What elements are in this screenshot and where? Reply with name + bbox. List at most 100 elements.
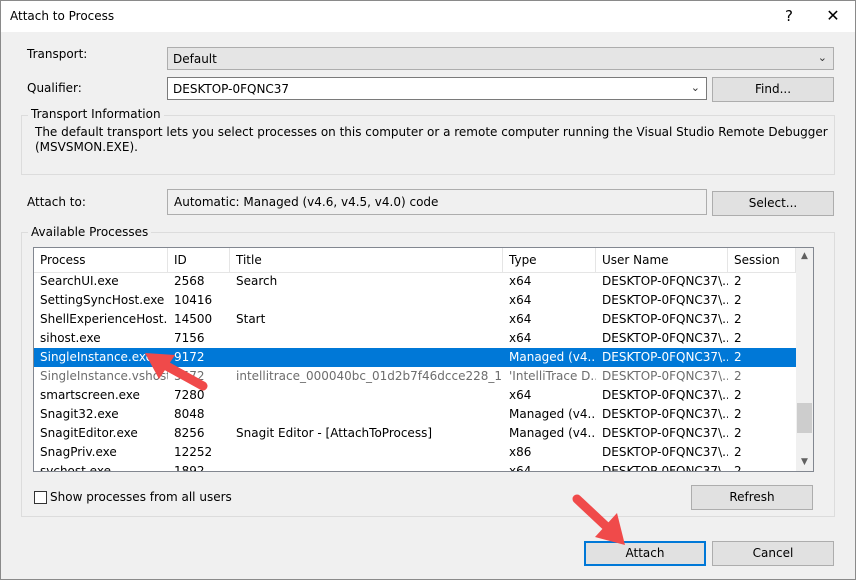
cell-session: 2 (734, 426, 742, 440)
cell-user-name: DESKTOP-0FQNC37\... (602, 445, 728, 459)
transport-label: Transport: (27, 47, 88, 61)
table-row[interactable]: SettingSyncHost.exe 10416 x64 DESKTOP-0FQNC… (34, 291, 796, 310)
chevron-down-icon: ⌄ (817, 51, 827, 64)
cell-type: Managed (v4.... (509, 407, 596, 421)
transport-value: Default (173, 52, 217, 66)
cell-type: 'IntelliTrace D... (509, 369, 596, 383)
cell-id: 8048 (174, 407, 205, 421)
cell-session: 2 (734, 445, 742, 459)
annotation-arrow-icon (145, 353, 208, 391)
cell-session: 2 (734, 464, 742, 472)
cell-user-name: DESKTOP-0FQNC37\... (602, 350, 728, 364)
cell-title (230, 462, 503, 471)
chevron-down-icon[interactable]: ⌄ (691, 81, 700, 94)
cell-type: x64 (509, 331, 532, 345)
cell-title: Search (236, 274, 278, 288)
cell-type: x64 (509, 388, 532, 402)
help-icon[interactable]: ? (776, 3, 802, 29)
cell-session: 2 (734, 312, 742, 326)
cell-process: sihost.exe (40, 331, 101, 345)
cell-id: 2568 (174, 274, 205, 288)
annotation-arrow-icon (572, 494, 625, 545)
table-row[interactable]: svchost.exe 1892 x64 DESKTOP-0FQNC37\... 2 (34, 462, 796, 472)
table-row[interactable]: SearchUI.exe 2568 Search x64 DESKTOP-0FQNC37… (34, 272, 796, 291)
qualifier-value: DESKTOP-0FQNC37 (173, 82, 290, 96)
table-row[interactable]: ShellExperienceHost.e... 14500 Start x64 DES… (34, 310, 796, 329)
cell-type: x64 (509, 464, 532, 472)
vertical-scrollbar[interactable]: ▲ ▼ (796, 248, 813, 471)
cell-user-name: DESKTOP-0FQNC37\... (602, 369, 728, 383)
cell-process: SnagitEditor.exe (40, 426, 138, 440)
scroll-up-icon[interactable]: ▲ (796, 248, 813, 265)
scroll-down-icon[interactable]: ▼ (796, 454, 813, 471)
cell-id: 12252 (174, 445, 213, 459)
table-row[interactable]: SnagPriv.exe 12252 x86 DESKTOP-0FQNC37\... 2 (34, 443, 796, 462)
cell-id: 1892 (174, 464, 205, 472)
transport-info-title: Transport Information (28, 107, 164, 121)
cell-user-name: DESKTOP-0FQNC37\... (602, 293, 728, 307)
show-all-users-label[interactable]: Show processes from all users (50, 490, 232, 504)
table-row[interactable]: Snagit32.exe 8048 Managed (v4.... DESKTOP-0… (34, 405, 796, 424)
cell-title (230, 291, 503, 310)
cell-session: 2 (734, 388, 742, 402)
cell-user-name: DESKTOP-0FQNC37\... (602, 407, 728, 421)
cell-session: 2 (734, 331, 742, 345)
refresh-button[interactable]: Refresh (691, 485, 813, 510)
transport-info-line2: (MSVSMON.EXE). (35, 140, 138, 154)
transport-info-line1: The default transport lets you select pr… (35, 125, 828, 139)
scroll-thumb[interactable] (797, 403, 812, 433)
show-all-users-checkbox[interactable] (34, 491, 47, 504)
window-title: Attach to Process (10, 9, 115, 23)
cell-process: SnagPriv.exe (40, 445, 117, 459)
cell-type: x64 (509, 274, 532, 288)
attach-to-label: Attach to: (27, 195, 86, 209)
qualifier-label: Qualifier: (27, 81, 82, 95)
cell-user-name: DESKTOP-0FQNC37\... (602, 426, 728, 440)
cell-session: 2 (734, 350, 742, 364)
cell-process: SearchUI.exe (40, 274, 119, 288)
cell-session: 2 (734, 274, 742, 288)
cell-type: Managed (v4.... (509, 350, 596, 364)
column-header-user-name[interactable]: User Name (596, 248, 728, 272)
cell-title (230, 405, 503, 424)
available-processes-title: Available Processes (28, 225, 152, 239)
column-header-process[interactable]: Process (34, 248, 168, 272)
select-button-label: Select... (748, 196, 798, 210)
close-icon[interactable]: ✕ (818, 3, 848, 29)
attach-to-value: Automatic: Managed (v4.6, v4.5, v4.0) co… (174, 195, 439, 209)
cell-id: 7156 (174, 331, 205, 345)
transport-combobox[interactable]: Default ⌄ (167, 47, 834, 70)
column-header-session[interactable]: Session (728, 248, 796, 272)
attach-to-process-dialog: Attach to Process ? ✕ Transport: Default… (0, 0, 856, 580)
cell-id: 14500 (174, 312, 213, 326)
qualifier-combobox[interactable]: DESKTOP-0FQNC37 ⌄ (167, 77, 707, 100)
cell-process: SettingSyncHost.exe (40, 293, 165, 307)
cell-title (230, 443, 503, 462)
cell-type: Managed (v4.... (509, 426, 596, 440)
cell-user-name: DESKTOP-0FQNC37\... (602, 274, 728, 288)
select-button[interactable]: Select... (712, 191, 834, 216)
cell-process: ShellExperienceHost.e... (40, 312, 168, 326)
table-row[interactable]: sihost.exe 7156 x64 DESKTOP-0FQNC37\... 2 (34, 329, 796, 348)
cell-title (230, 386, 503, 405)
cell-id: 10416 (174, 293, 213, 307)
column-header-type[interactable]: Type (503, 248, 596, 272)
cell-user-name: DESKTOP-0FQNC37\... (602, 331, 728, 345)
cell-user-name: DESKTOP-0FQNC37\... (602, 464, 728, 472)
cancel-button-label: Cancel (752, 546, 794, 560)
transport-info-group (21, 115, 835, 175)
cell-title (230, 329, 503, 348)
process-list-header: Process ID Title Type User Name Session (34, 248, 796, 273)
cell-type: x86 (509, 445, 532, 459)
table-row[interactable]: SnagitEditor.exe 8256 Snagit Editor - [Att… (34, 424, 796, 443)
cell-session: 2 (734, 407, 742, 421)
cell-user-name: DESKTOP-0FQNC37\... (602, 312, 728, 326)
find-button[interactable]: Find... (712, 77, 834, 102)
cell-id: 8256 (174, 426, 205, 440)
cell-process: Snagit32.exe (40, 407, 119, 421)
attach-to-field: Automatic: Managed (v4.6, v4.5, v4.0) co… (167, 189, 707, 215)
cell-title: Snagit Editor - [AttachToProcess] (236, 426, 433, 440)
column-header-title[interactable]: Title (230, 248, 503, 272)
cancel-button[interactable]: Cancel (712, 541, 834, 566)
column-header-id[interactable]: ID (168, 248, 230, 272)
